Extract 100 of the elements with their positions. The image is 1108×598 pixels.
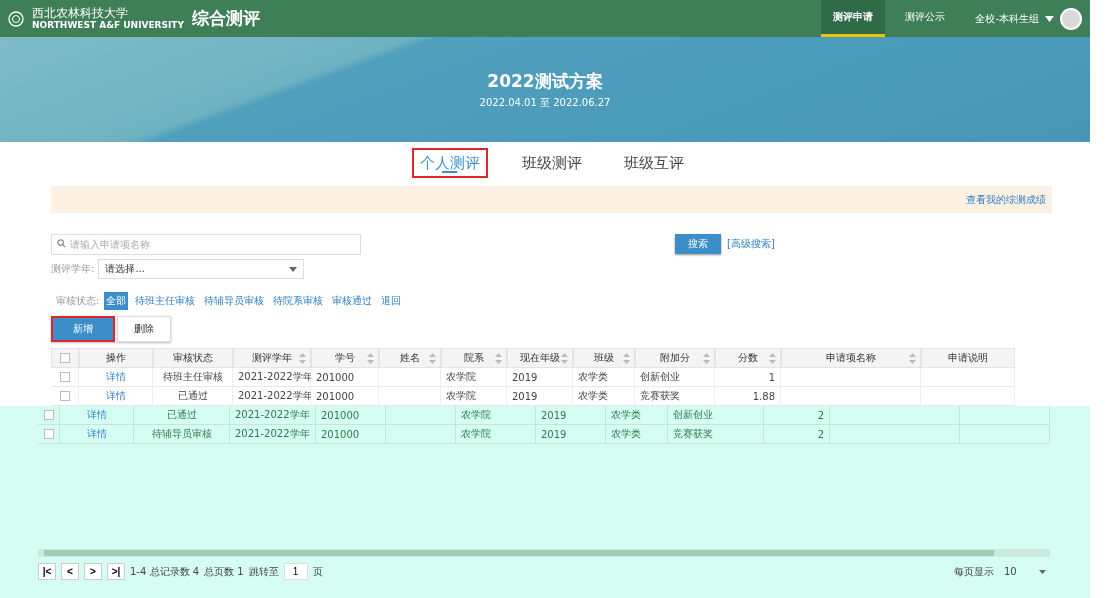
sort-icon[interactable]: [429, 352, 436, 364]
column-title: 现在年级: [520, 351, 560, 365]
sort-icon[interactable]: [769, 352, 776, 364]
tab[interactable]: 班级互评: [615, 148, 692, 178]
column-title: 姓名: [400, 351, 420, 365]
jump-label: 跳转至: [248, 564, 279, 579]
table-cell: 待辅导员审核: [134, 425, 230, 444]
table-cell: [379, 387, 441, 406]
select-all-checkbox[interactable]: [60, 353, 70, 363]
details-link[interactable]: 详情: [105, 389, 126, 403]
column-title: 学号: [335, 351, 355, 365]
table-cell: 农学类: [573, 368, 635, 387]
search-button[interactable]: 搜索: [675, 233, 721, 254]
column-header[interactable]: 操作: [79, 348, 153, 368]
nav-tab[interactable]: 测评申请: [821, 0, 886, 37]
search-icon: [57, 239, 66, 248]
avatar[interactable]: [1060, 7, 1082, 30]
column-title: 院系: [464, 351, 484, 365]
table-cell: 农学院: [456, 425, 536, 444]
status-filter[interactable]: 待辅导员审核: [202, 292, 267, 310]
row-checkbox[interactable]: [43, 429, 54, 439]
pager-button[interactable]: >: [84, 563, 102, 580]
column-header[interactable]: 测评学年: [233, 348, 311, 368]
status-filter[interactable]: 退回: [379, 292, 404, 310]
status-filter[interactable]: 全部: [104, 292, 129, 310]
column-header[interactable]: 现在年级: [507, 348, 573, 368]
details-link[interactable]: 详情: [86, 427, 107, 441]
tab[interactable]: 个人测评: [411, 148, 488, 178]
row-checkbox[interactable]: [43, 410, 54, 420]
status-filter[interactable]: 待院系审核: [271, 292, 326, 310]
table-cell: 竞赛获奖: [635, 387, 715, 406]
add-button[interactable]: 新增: [51, 316, 115, 342]
column-title: 测评学年: [252, 351, 292, 365]
table-cell: 待班主任审核: [153, 368, 233, 387]
table-cell: 2019: [536, 425, 606, 444]
table-cell: 2: [764, 406, 830, 425]
table-cell: 2021-2022学年: [230, 406, 316, 425]
advanced-search-link[interactable]: [高级搜索]: [727, 236, 775, 251]
table-cell: [386, 406, 456, 425]
table-cell: 2: [764, 425, 830, 444]
horizontal-scrollbar[interactable]: [38, 549, 1050, 557]
pager-button[interactable]: >|: [107, 563, 125, 580]
year-label: 测评学年:: [51, 262, 95, 276]
details-link[interactable]: 详情: [105, 370, 126, 384]
table-cell: 农学院: [456, 406, 536, 425]
table-cell: 农学院: [441, 387, 507, 406]
university-emblem-icon: [8, 10, 24, 27]
sort-icon[interactable]: [495, 352, 502, 364]
column-header[interactable]: 分数: [715, 348, 781, 368]
sort-icon[interactable]: [299, 352, 306, 364]
column-title: 申请项名称: [826, 351, 876, 365]
nav-tab[interactable]: 测评公示: [893, 0, 958, 37]
plan-title: 2022测试方案: [487, 69, 603, 93]
sort-icon[interactable]: [703, 352, 710, 364]
tab[interactable]: 班级测评: [513, 148, 590, 178]
year-select[interactable]: 请选择...: [98, 259, 305, 279]
table-cell: 1: [715, 368, 781, 387]
search-field[interactable]: 请输入申请项名称: [51, 234, 361, 255]
table-cell: 竞赛获奖: [668, 425, 764, 444]
pager-button[interactable]: <: [61, 563, 79, 580]
sort-icon[interactable]: [367, 352, 374, 364]
caret-icon[interactable]: [1039, 569, 1046, 574]
page-input[interactable]: 1: [283, 563, 308, 580]
column-header[interactable]: 班级: [573, 348, 635, 368]
caret-icon[interactable]: [1045, 15, 1054, 22]
table-cell: 2019: [536, 406, 606, 425]
user-group[interactable]: 全校-本科生组: [975, 11, 1039, 26]
delete-button[interactable]: 删除: [117, 316, 171, 342]
column-header[interactable]: 院系: [441, 348, 507, 368]
table-cell: 2019: [507, 368, 573, 387]
table-cell: 已通过: [134, 406, 230, 425]
column-title: 操作: [106, 351, 126, 365]
sort-icon[interactable]: [623, 352, 630, 364]
details-link[interactable]: 详情: [86, 408, 107, 422]
per-page-label: 每页显示: [954, 564, 994, 579]
column-header[interactable]: 审核状态: [153, 348, 233, 368]
record-summary: 1-4 总记录数 4: [130, 564, 200, 579]
sort-icon[interactable]: [909, 352, 916, 364]
table-cell: [379, 368, 441, 387]
sort-icon[interactable]: [561, 352, 568, 364]
per-page-select[interactable]: 10: [1000, 563, 1050, 580]
scores-link[interactable]: 查看我的综测成绩: [966, 192, 1046, 207]
plan-dates: 2022.04.01 至 2022.06.27: [479, 95, 611, 110]
column-header[interactable]: 学号: [311, 348, 379, 368]
table-cell: [386, 425, 456, 444]
row-checkbox[interactable]: [59, 372, 70, 382]
row-checkbox[interactable]: [59, 391, 70, 401]
column-title: 分数: [738, 351, 758, 365]
column-header[interactable]: 申请项名称: [781, 348, 921, 368]
table-cell: 农学类: [606, 425, 668, 444]
status-filter[interactable]: 审核通过: [330, 292, 375, 310]
column-header[interactable]: 附加分: [635, 348, 715, 368]
table-cell: 1.88: [715, 387, 781, 406]
caret-icon: [289, 266, 298, 272]
column-title: 审核状态: [173, 351, 213, 365]
column-header[interactable]: 姓名: [379, 348, 441, 368]
pager-button[interactable]: |<: [38, 563, 56, 580]
column-header[interactable]: 申请说明: [921, 348, 1015, 368]
table-cell: 2019: [507, 387, 573, 406]
status-filter[interactable]: 待班主任审核: [133, 292, 198, 310]
